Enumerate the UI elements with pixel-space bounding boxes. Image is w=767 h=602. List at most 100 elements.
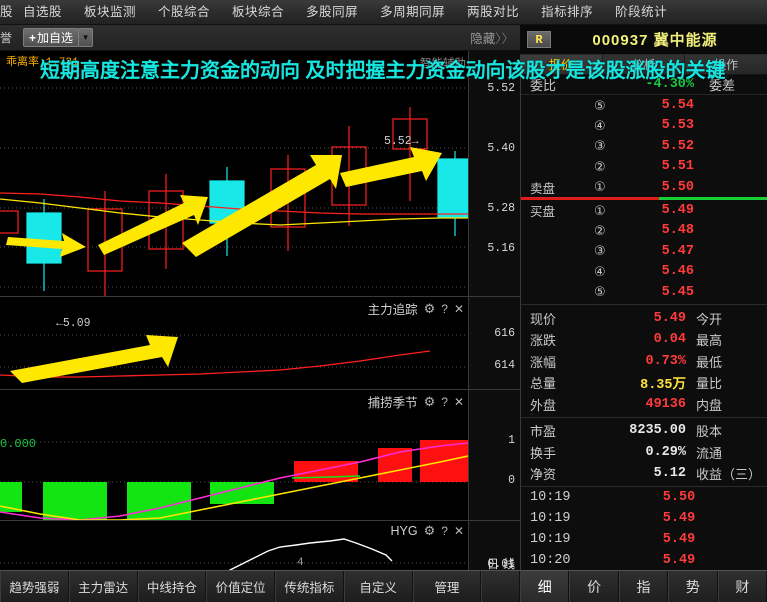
stat-label-outer-volume: 外盘 bbox=[530, 397, 557, 413]
double-chevron-right-icon: 〉〉 bbox=[495, 32, 514, 46]
stat-value-pe: 8235.00 bbox=[629, 423, 686, 439]
bottom-button-traditional-indicators[interactable]: 传统指标 bbox=[275, 571, 344, 602]
tab-trend[interactable]: 势 bbox=[668, 571, 718, 602]
stock-header: R 000937 冀中能源 bbox=[520, 25, 767, 55]
help-icon[interactable]: ? bbox=[441, 302, 448, 316]
ratio-bar-buy bbox=[658, 197, 767, 201]
stat-label-change-pct: 涨幅 bbox=[530, 354, 557, 370]
buy-level-5[interactable]: ⑤ 5.45 bbox=[521, 282, 767, 302]
tab-price[interactable]: 价 bbox=[569, 571, 619, 602]
stat-label-net-assets: 净资 bbox=[530, 467, 557, 483]
panel-bulao-jijie[interactable]: 捕捞季节 ⚙ ? ✕ 1 0 bbox=[0, 390, 520, 520]
stat-label-inner-volume: 内盘 bbox=[696, 397, 723, 413]
stat-label-current-price: 现价 bbox=[530, 311, 557, 327]
bar-green bbox=[43, 482, 107, 520]
sell-level-1-label: 卖盘 bbox=[530, 181, 556, 196]
panel-main-kline[interactable]: ←5.09 5.52→ 5.52 5.40 5.28 5.16 bbox=[0, 51, 520, 330]
menu-item-indicator-sort[interactable]: 指标排序 bbox=[530, 0, 604, 25]
kline-axis-tick: 5.52 bbox=[487, 82, 515, 95]
zhuli-axis-tick: 616 bbox=[494, 327, 515, 340]
buy-level-2-rank: ② bbox=[594, 222, 606, 238]
bottom-button-manage[interactable]: 管理 bbox=[412, 571, 482, 602]
sell-level-4[interactable]: ④ 5.53 bbox=[521, 116, 767, 136]
panel-title-zhuli-label: 主力追踪 bbox=[367, 303, 418, 317]
ticker-price: 5.50 bbox=[662, 490, 696, 506]
stat-label-low: 最低 bbox=[696, 354, 723, 370]
stat-row-current-price: 现价 5.49 今开 bbox=[521, 307, 767, 329]
bottom-button-mid-term-holding[interactable]: 中线持仓 bbox=[137, 571, 207, 602]
menu-item-sector-monitor[interactable]: 板块监测 bbox=[73, 0, 147, 25]
stat-label-volume-ratio: 量比 bbox=[696, 376, 723, 392]
sell-level-5[interactable]: ⑤ 5.54 bbox=[521, 95, 767, 115]
sell-level-3-rank: ③ bbox=[594, 138, 606, 154]
quote-bottom-tabs: 细 价 指 势 财 bbox=[520, 570, 767, 602]
watchlist-dropdown-button[interactable]: ▼ bbox=[78, 28, 94, 47]
stat-label-eps: 收益（三） bbox=[696, 467, 762, 483]
stat-label-volume: 总量 bbox=[530, 376, 557, 392]
buy-level-1-rank: ① bbox=[594, 202, 606, 218]
add-to-watchlist-button[interactable]: + 加自选 bbox=[23, 28, 80, 47]
bottom-button-trend-strength[interactable]: 趋势强弱 bbox=[0, 571, 69, 602]
buy-level-4[interactable]: ④ 5.46 bbox=[521, 262, 767, 282]
stat-value-change-pct: 0.73% bbox=[645, 353, 686, 369]
ticker-row: 10:19 5.50 bbox=[521, 487, 767, 508]
sell-level-3[interactable]: ③ 5.52 bbox=[521, 136, 767, 156]
zhuli-axis-tick: 614 bbox=[494, 359, 515, 372]
stat-value-turnover: 0.29% bbox=[645, 444, 686, 460]
stat-row-change-pct: 涨幅 0.73% 最低 bbox=[521, 350, 767, 372]
menu-item-two-stock-compare[interactable]: 两股对比 bbox=[456, 0, 530, 25]
menu-item-stock-overview[interactable]: 个股综合 bbox=[147, 0, 221, 25]
gear-icon[interactable]: ⚙ bbox=[424, 301, 436, 317]
quote-panel: 委比 -4.30% 委差 ⑤ 5.54 ④ 5.53 ③ 5.52 ② 5.51 bbox=[520, 75, 767, 589]
chevron-down-icon: ▼ bbox=[81, 33, 90, 42]
menu-item-multi-stock[interactable]: 多股同屏 bbox=[295, 0, 369, 25]
menu-item-0[interactable]: 股 bbox=[0, 0, 12, 25]
stat-label-high: 最高 bbox=[696, 333, 723, 349]
gear-icon[interactable]: ⚙ bbox=[424, 394, 436, 410]
buy-level-5-price: 5.45 bbox=[661, 284, 694, 300]
buy-level-2[interactable]: ② 5.48 bbox=[521, 221, 767, 241]
stat-row-pe: 市盈 8235.00 股本 bbox=[521, 420, 767, 442]
sell-level-5-rank: ⑤ bbox=[594, 97, 606, 113]
stat-value-change: 0.04 bbox=[653, 332, 686, 348]
bulao-axis-tick: 1 bbox=[508, 434, 515, 447]
buy-level-3[interactable]: ③ 5.47 bbox=[521, 241, 767, 261]
tab-detail[interactable]: 细 bbox=[520, 571, 570, 602]
add-to-watchlist-label: 加自选 bbox=[37, 31, 74, 45]
close-icon[interactable]: ✕ bbox=[454, 395, 464, 409]
help-icon[interactable]: ? bbox=[441, 395, 448, 409]
gear-icon[interactable]: ⚙ bbox=[424, 523, 436, 539]
menu-item-watchlist[interactable]: 自选股 bbox=[12, 0, 73, 25]
hide-panel-button[interactable]: 隐藏〉〉 bbox=[470, 28, 514, 47]
sell-level-3-price: 5.52 bbox=[661, 138, 694, 154]
bottom-button-empty[interactable] bbox=[481, 571, 520, 602]
sell-level-2[interactable]: ② 5.51 bbox=[521, 157, 767, 177]
bottom-button-custom[interactable]: 自定义 bbox=[343, 571, 413, 602]
main-menu-bar: 股 自选股 板块监测 个股综合 板块综合 多股同屏 多周期同屏 两股对比 指标排… bbox=[0, 0, 767, 25]
menu-item-stage-stats[interactable]: 阶段统计 bbox=[604, 0, 678, 25]
help-icon[interactable]: ? bbox=[441, 524, 448, 538]
candle-high-label: 5.52→ bbox=[384, 135, 419, 148]
buy-level-1[interactable]: 买盘 ① 5.49 bbox=[521, 200, 767, 220]
sell-level-1[interactable]: 卖盘 ① 5.50 bbox=[521, 177, 767, 197]
ticker-row: 10:19 5.49 bbox=[521, 508, 767, 529]
r-badge[interactable]: R bbox=[527, 31, 551, 48]
tab-finance[interactable]: 财 bbox=[717, 571, 767, 602]
stat-label-turnover: 换手 bbox=[530, 445, 557, 461]
bottom-button-value-positioning[interactable]: 价值定位 bbox=[206, 571, 275, 602]
period-selector[interactable]: 日 线 bbox=[482, 555, 520, 571]
menu-item-multi-period[interactable]: 多周期同屏 bbox=[369, 0, 456, 25]
close-icon[interactable]: ✕ bbox=[454, 524, 464, 538]
sell-level-1-price: 5.50 bbox=[661, 179, 694, 195]
buy-level-2-price: 5.48 bbox=[661, 223, 694, 239]
ratio-bar-sell bbox=[521, 197, 659, 201]
menu-item-sector-overview[interactable]: 板块综合 bbox=[221, 0, 295, 25]
close-icon[interactable]: ✕ bbox=[454, 302, 464, 316]
tab-indicator[interactable]: 指 bbox=[618, 571, 669, 602]
bottom-button-main-force-radar[interactable]: 主力雷达 bbox=[68, 571, 138, 602]
chart-area[interactable]: ←5.09 5.52→ 5.52 5.40 5.28 5.16 主力追踪 ⚙ ? bbox=[0, 51, 520, 602]
panel-zhuli-zhuizong[interactable]: 主力追踪 ⚙ ? ✕ 616 614 bbox=[0, 297, 520, 389]
bottom-toolbar: 趋势强弱 主力雷达 中线持仓 价值定位 传统指标 自定义 管理 bbox=[0, 570, 520, 602]
ticker-time: 10:20 bbox=[530, 553, 571, 569]
promo-banner-text: 短期高度注意主力资金的动向 及时把握主力资金动向该股才是该股涨股的关键 bbox=[40, 60, 726, 82]
